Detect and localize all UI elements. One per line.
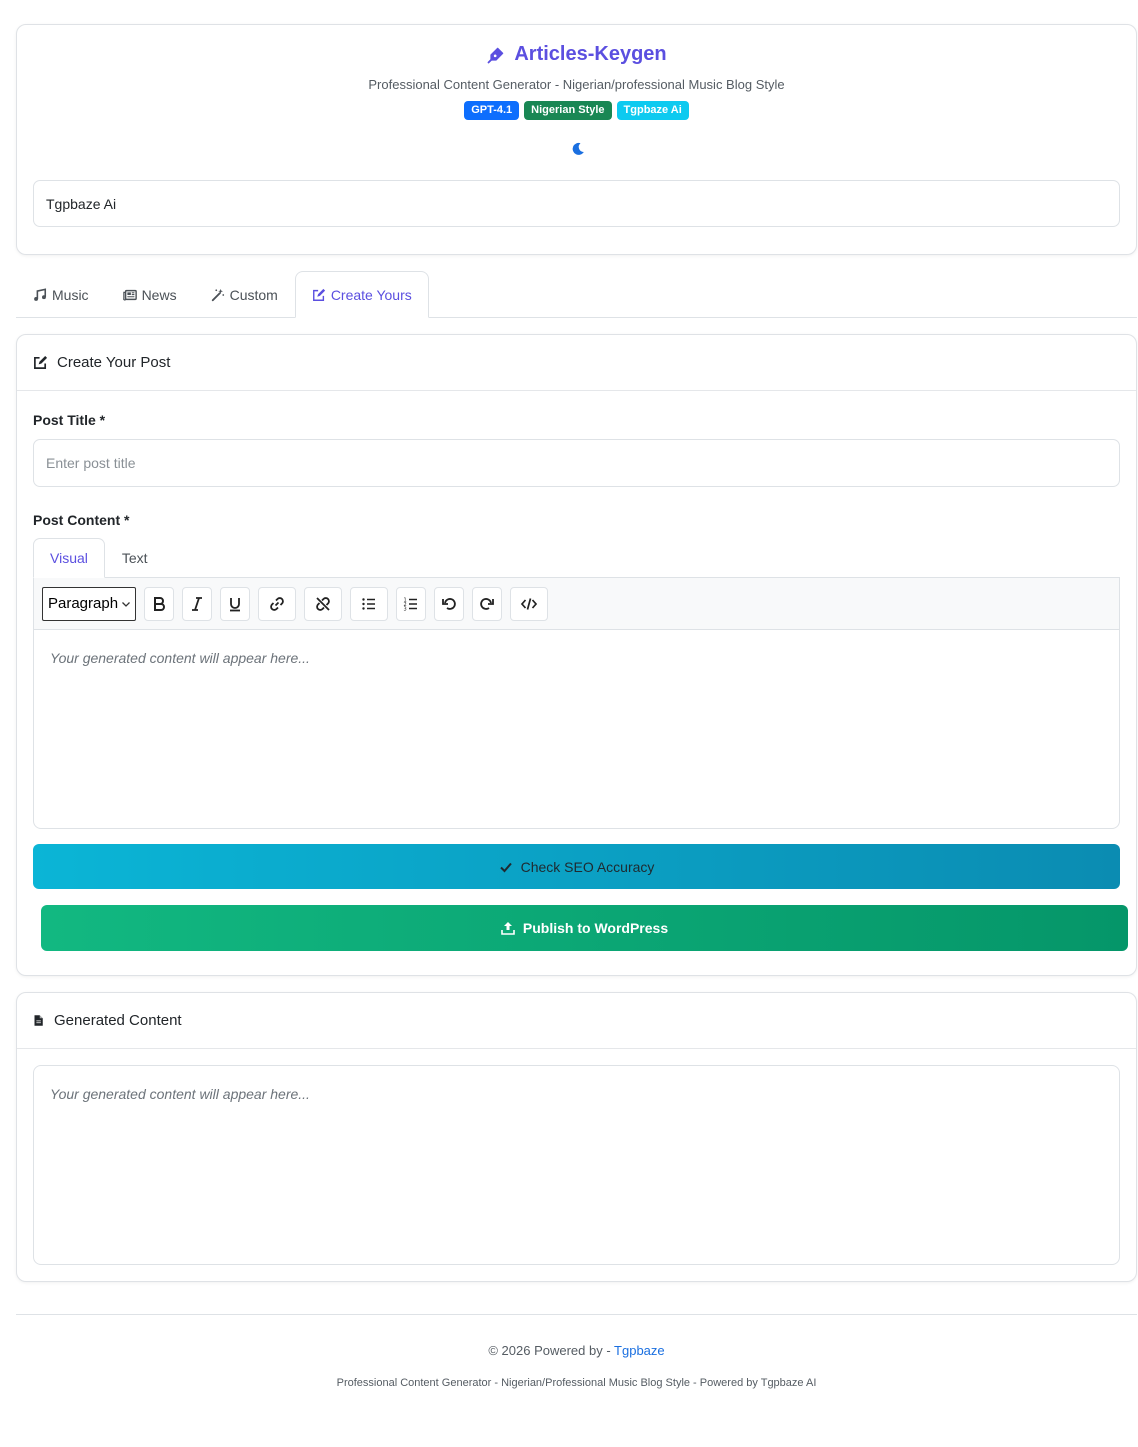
undo-button[interactable]: [434, 586, 464, 621]
footer-tagline: Professional Content Generator - Nigeria…: [336, 1377, 817, 1389]
italic-button[interactable]: [182, 586, 212, 621]
link-button[interactable]: [258, 586, 296, 621]
create-post-card: Create Your Post Post Title * Enter post…: [16, 334, 1137, 976]
upload-icon: [501, 922, 515, 935]
tab-news-label: News: [141, 286, 177, 303]
bullet-list-icon: [362, 597, 375, 610]
bold-icon: [154, 596, 165, 611]
unlink-button[interactable]: [304, 586, 342, 621]
format-select[interactable]: Paragraph: [42, 586, 136, 621]
tab-custom[interactable]: Custom: [194, 271, 295, 318]
tab-visual[interactable]: Visual: [33, 538, 105, 578]
check-seo-label: Check SEO Accuracy: [520, 858, 655, 875]
newspaper-icon: [122, 289, 137, 300]
mode-tabs: Music News Custom Create Yours: [16, 271, 1137, 318]
numbered-list-button[interactable]: 123: [396, 586, 426, 621]
file-icon: [34, 1015, 43, 1026]
check-seo-button[interactable]: Check SEO Accuracy: [33, 844, 1120, 889]
brand: Articles-Keygen: [17, 43, 1136, 66]
badge-nigerian-style: Nigerian Style: [524, 101, 612, 120]
generated-content-header: Generated Content: [17, 993, 1136, 1049]
edit-icon: [34, 355, 48, 369]
post-content-label: Post Content *: [33, 512, 130, 528]
pen-nib-icon: [487, 47, 504, 63]
tab-text[interactable]: Text: [105, 538, 165, 578]
tab-news[interactable]: News: [106, 271, 194, 318]
generated-content-area[interactable]: Your generated content will appear here.…: [33, 1065, 1120, 1265]
site-name-input[interactable]: Tgpbaze Ai: [33, 180, 1120, 227]
undo-icon: [442, 597, 456, 610]
tab-create-yours[interactable]: Create Yours: [294, 271, 429, 318]
content-editor[interactable]: Your generated content will appear here.…: [33, 629, 1120, 829]
editor-mode-tabs: Visual Text: [33, 538, 1120, 578]
svg-text:3: 3: [404, 606, 407, 612]
unlink-icon: [316, 596, 330, 611]
footer-link[interactable]: Tgpbaze: [614, 1343, 665, 1358]
post-title-label: Post Title *: [33, 412, 106, 428]
publish-wordpress-button[interactable]: Publish to WordPress: [41, 905, 1128, 951]
magic-wand-icon: [211, 288, 224, 301]
publish-wordpress-label: Publish to WordPress: [522, 920, 669, 936]
editor-toolbar: Paragraph 123: [33, 578, 1120, 630]
link-icon: [270, 596, 284, 611]
bullet-list-button[interactable]: [350, 586, 388, 621]
italic-icon: [192, 596, 202, 611]
badge-row: GPT-4.1 Nigerian Style Tgpbaze Ai: [17, 101, 1136, 120]
header-card: Articles-Keygen Professional Content Gen…: [16, 24, 1137, 255]
tab-create-yours-label: Create Yours: [330, 286, 412, 303]
underline-icon: [230, 597, 240, 611]
post-title-input[interactable]: Enter post title: [33, 439, 1120, 487]
redo-icon: [480, 597, 494, 610]
format-select-value: Paragraph: [48, 595, 119, 612]
generated-content-title: Generated Content: [54, 1012, 182, 1029]
tab-music[interactable]: Music: [16, 271, 106, 318]
create-post-header: Create Your Post: [17, 335, 1136, 391]
footer-copyright-text: © 2026 Powered by -: [488, 1343, 615, 1358]
source-code-button[interactable]: [510, 586, 548, 621]
footer-copyright: © 2026 Powered by - Tgpbaze: [16, 1343, 1137, 1358]
edit-icon: [312, 288, 325, 301]
badge-gpt: GPT-4.1: [464, 101, 520, 120]
generated-content-card: Generated Content Your generated content…: [16, 992, 1137, 1282]
tab-custom-label: Custom: [229, 286, 278, 303]
code-icon: [520, 597, 538, 610]
underline-button[interactable]: [220, 586, 250, 621]
app-subtitle: Professional Content Generator - Nigeria…: [368, 77, 785, 92]
numbered-list-icon: 123: [404, 597, 417, 612]
app-title: Articles-Keygen: [514, 43, 667, 65]
tab-music-label: Music: [52, 286, 89, 303]
music-icon: [34, 287, 47, 301]
create-post-title: Create Your Post: [57, 354, 171, 371]
moon-icon[interactable]: [570, 141, 586, 157]
redo-button[interactable]: [472, 586, 502, 621]
check-icon: [499, 862, 512, 872]
bold-button[interactable]: [144, 586, 174, 621]
footer: © 2026 Powered by - Tgpbaze Professional…: [16, 1314, 1137, 1389]
chevron-down-icon: [122, 601, 130, 607]
badge-tgpbaze: Tgpbaze Ai: [616, 101, 689, 120]
